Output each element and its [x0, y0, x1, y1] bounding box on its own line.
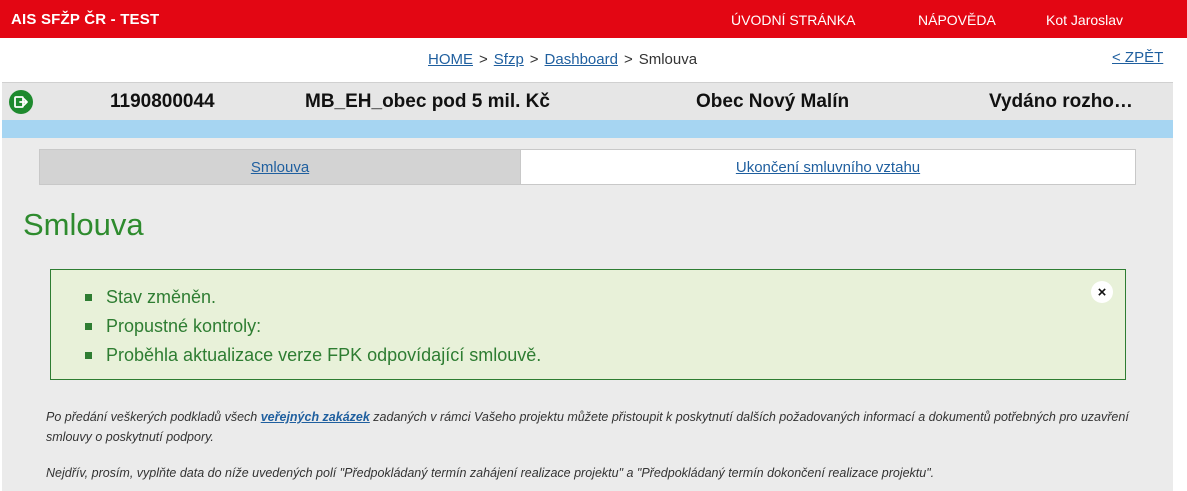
tab-smlouva[interactable]: Smlouva — [40, 150, 521, 184]
breadcrumb-separator: > — [529, 51, 539, 68]
breadcrumb: HOME > Sfzp > Dashboard > Smlouva — [428, 51, 697, 68]
alert-message: Propustné kontroly: — [85, 315, 541, 344]
close-icon[interactable]: × — [1091, 281, 1113, 303]
tab-bar: Smlouva Ukončení smluvního vztahu — [39, 149, 1136, 185]
breadcrumb-separator: > — [479, 51, 488, 68]
user-menu[interactable]: Kot Jaroslav — [1046, 12, 1123, 28]
tab-ukonceni[interactable]: Ukončení smluvního vztahu — [521, 150, 1135, 184]
main-panel: Smlouva Ukončení smluvního vztahu Smlouv… — [2, 138, 1173, 491]
top-bar: AIS SFŽP ČR - TEST ÚVODNÍ STRÁNKA NÁPOVĚ… — [0, 0, 1187, 38]
app-brand[interactable]: AIS SFŽP ČR - TEST — [11, 11, 159, 28]
project-state: Vydáno rozho… — [989, 91, 1133, 112]
breadcrumb-home[interactable]: HOME — [428, 51, 473, 68]
info-text: Po předání veškerých podkladů všech — [46, 410, 261, 424]
exit-arrow-icon[interactable] — [9, 90, 33, 114]
progress-strip — [2, 120, 1173, 138]
nav-help-link[interactable]: NÁPOVĚDA — [918, 12, 996, 28]
project-organization: Obec Nový Malín — [696, 91, 850, 112]
project-id: 1190800044 — [110, 91, 215, 112]
alert-message: Stav změněn. — [85, 286, 541, 315]
breadcrumb-sfzp[interactable]: Sfzp — [494, 51, 524, 68]
breadcrumb-separator: > — [623, 51, 633, 68]
project-header: 1190800044 MB_EH_obec pod 5 mil. Kč Obec… — [2, 82, 1173, 120]
alert-message: Proběhla aktualizace verze FPK odpovídaj… — [85, 344, 541, 373]
breadcrumb-current: Smlouva — [638, 51, 698, 68]
project-name: MB_EH_obec pod 5 mil. Kč — [305, 91, 550, 112]
nav-home-link[interactable]: ÚVODNÍ STRÁNKA — [731, 12, 855, 28]
breadcrumb-dashboard[interactable]: Dashboard — [545, 51, 618, 68]
alert-message-list: Stav změněn. Propustné kontroly: Proběhl… — [85, 286, 541, 373]
success-alert: Stav změněn. Propustné kontroly: Proběhl… — [50, 269, 1126, 380]
page-title: Smlouva — [23, 207, 144, 242]
back-link[interactable]: < ZPĚT — [1112, 49, 1163, 66]
public-contracts-link[interactable]: veřejných zakázek — [261, 410, 370, 424]
info-paragraph: Nejdřív, prosím, vyplňte data do níže uv… — [46, 466, 935, 480]
info-paragraph: Po předání veškerých podkladů všech veře… — [46, 407, 1136, 447]
